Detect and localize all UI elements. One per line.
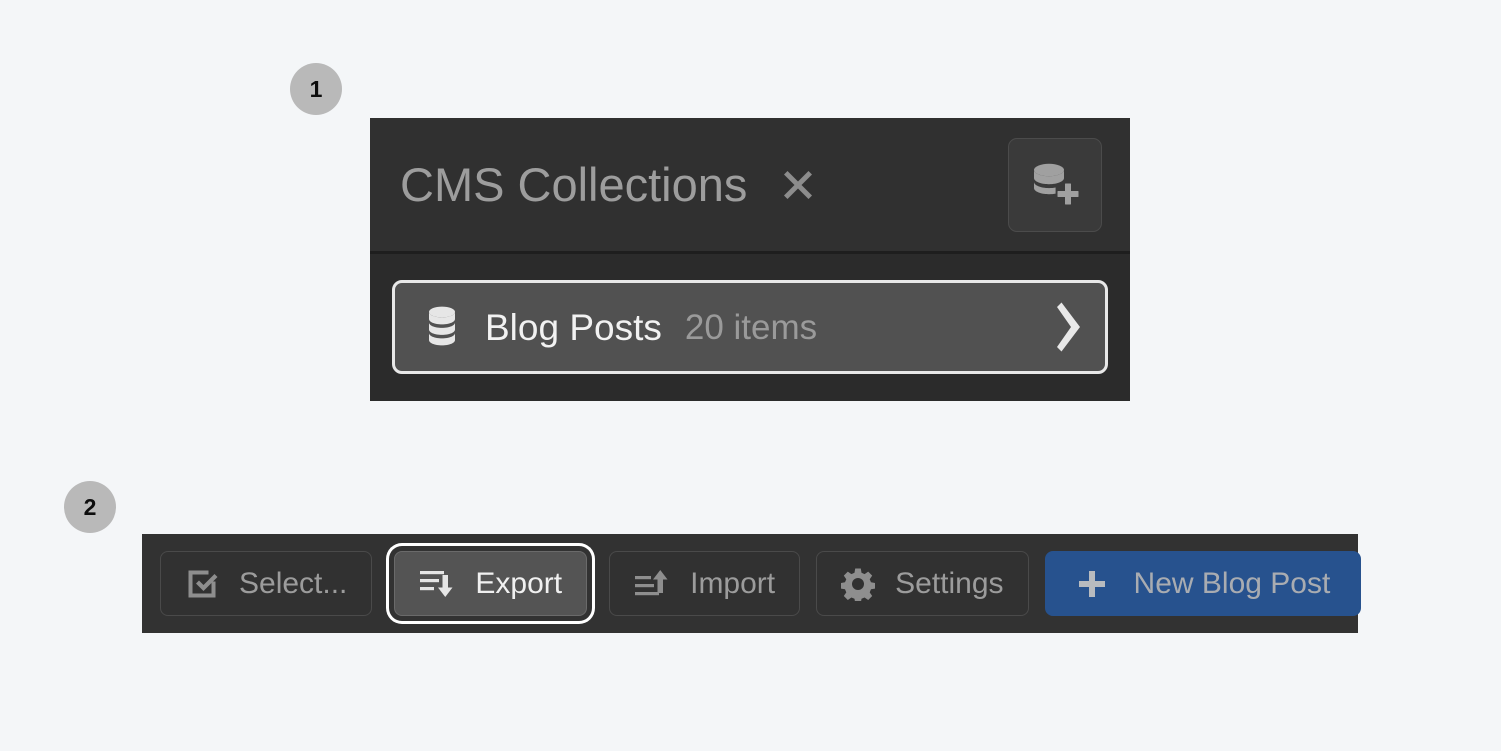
settings-button[interactable]: Settings — [816, 551, 1029, 616]
import-icon — [634, 567, 670, 601]
panel-title: CMS Collections — [400, 158, 748, 211]
export-button-label: Export — [475, 566, 563, 600]
select-button[interactable]: Select... — [160, 551, 373, 616]
cms-collections-panel: CMS Collections Blog Posts 20 items — [370, 118, 1130, 401]
add-collection-button[interactable] — [1008, 137, 1102, 232]
collection-item-blog-posts[interactable]: Blog Posts 20 items — [392, 280, 1108, 374]
gear-icon — [841, 567, 876, 601]
database-icon — [421, 303, 463, 351]
step-badge-1: 1 — [290, 63, 342, 115]
select-button-label: Select... — [239, 566, 348, 600]
new-blog-post-button[interactable]: New Blog Post — [1044, 551, 1362, 616]
import-button-label: Import — [690, 566, 776, 600]
export-icon — [419, 567, 455, 601]
import-button[interactable]: Import — [609, 551, 801, 616]
export-button[interactable]: Export — [394, 551, 588, 616]
step-badge-2-label: 2 — [83, 493, 97, 520]
collection-item-count: 20 items — [684, 307, 818, 347]
plus-icon — [1076, 568, 1108, 600]
database-plus-icon — [1027, 155, 1083, 214]
collection-name: Blog Posts — [485, 306, 662, 348]
checkbox-checked-icon — [185, 567, 219, 601]
cms-collections-header: CMS Collections — [370, 118, 1130, 254]
new-blog-post-button-label: New Blog Post — [1133, 566, 1331, 600]
cms-collections-list: Blog Posts 20 items — [370, 254, 1130, 400]
close-icon[interactable] — [775, 162, 821, 208]
collection-toolbar: Select... Export Import Settings New Blo… — [142, 534, 1362, 633]
step-badge-1-label: 1 — [309, 75, 323, 102]
chevron-right-icon — [1047, 301, 1083, 353]
step-badge-2: 2 — [64, 481, 116, 533]
settings-button-label: Settings — [895, 566, 1004, 600]
